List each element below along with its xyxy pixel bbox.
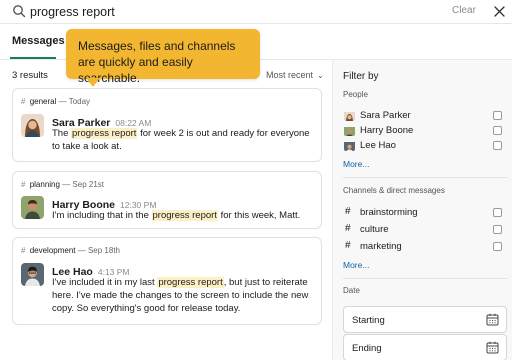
date-section-title: Date <box>343 286 360 295</box>
message-date: Sep 21st <box>72 180 104 189</box>
date-separator: — <box>77 246 88 255</box>
clear-button[interactable]: Clear <box>452 5 476 16</box>
sort-label: Most recent <box>266 70 314 80</box>
message-text: The progress report for week 2 is out an… <box>52 127 314 153</box>
channel-name[interactable]: general <box>30 97 57 106</box>
message-channel-header: # general — Today <box>21 97 90 106</box>
search-highlight: progress report <box>151 210 218 221</box>
date-separator: — <box>58 97 69 106</box>
channels-section-title: Channels & direct messages <box>343 186 445 195</box>
date-start-label: Starting <box>352 315 385 326</box>
filter-title: Filter by <box>343 71 379 82</box>
message-text-before: I'm including that in the <box>52 210 152 221</box>
chevron-down-icon: ⌄ <box>317 71 324 80</box>
search-highlight: progress report <box>157 277 224 288</box>
message-text: I've included it in my last progress rep… <box>52 276 314 315</box>
channels-more-link[interactable]: More... <box>343 260 369 270</box>
hash-icon: # <box>345 240 351 251</box>
message-channel-header: # planning — Sep 21st <box>21 180 104 189</box>
channel-checkbox[interactable] <box>493 208 502 217</box>
date-separator: — <box>62 180 73 189</box>
hash-icon: # <box>21 97 26 106</box>
message-channel-header: # development — Sep 18th <box>21 246 120 255</box>
hash-icon: # <box>21 180 26 189</box>
sort-dropdown[interactable]: Most recent ⌄ <box>266 70 324 80</box>
person-checkbox[interactable] <box>493 111 502 120</box>
hash-icon: # <box>21 246 26 255</box>
date-end-field[interactable]: Ending <box>343 334 507 360</box>
avatar <box>344 125 355 136</box>
person-name: Harry Boone <box>360 125 414 136</box>
message-text-before: I've included it in my last <box>52 277 158 288</box>
filter-channel-row[interactable]: # brainstorming <box>343 206 505 222</box>
channel-name: marketing <box>360 241 402 252</box>
person-name: Sara Parker <box>360 110 411 121</box>
hash-icon: # <box>345 206 351 217</box>
divider <box>343 278 507 279</box>
filter-person-row[interactable]: Harry Boone <box>343 124 505 140</box>
date-start-field[interactable]: Starting <box>343 306 507 333</box>
tab-messages[interactable]: Messages <box>12 35 65 47</box>
avatar[interactable] <box>21 263 44 286</box>
channel-checkbox[interactable] <box>493 242 502 251</box>
search-bar: Clear <box>0 0 512 24</box>
search-highlight: progress report <box>71 128 138 139</box>
avatar[interactable] <box>21 114 44 137</box>
tooltip-text: Messages, files and channels are quickly… <box>78 39 236 85</box>
active-tab-indicator <box>10 57 56 59</box>
close-icon[interactable] <box>493 5 506 18</box>
search-input[interactable] <box>30 3 410 21</box>
person-name: Lee Hao <box>360 140 396 151</box>
filter-person-row[interactable]: Sara Parker <box>343 109 505 125</box>
calendar-icon <box>486 341 499 354</box>
avatar[interactable] <box>21 196 44 219</box>
avatar <box>344 140 355 151</box>
calendar-icon <box>486 313 499 326</box>
filter-panel: Filter by People Sara Parker Harry Boone… <box>332 60 512 360</box>
filter-channel-row[interactable]: # marketing <box>343 240 505 256</box>
message-date: Sep 18th <box>87 246 120 255</box>
tooltip: Messages, files and channels are quickly… <box>66 29 260 85</box>
search-icon <box>13 5 26 18</box>
message-card[interactable]: # development — Sep 18th Lee Hao 4:13 PM … <box>12 237 322 325</box>
divider <box>343 177 507 178</box>
message-text-before: The <box>52 128 72 139</box>
tooltip-arrow <box>86 78 100 87</box>
people-more-link[interactable]: More... <box>343 159 369 169</box>
message-date: Today <box>68 97 91 106</box>
message-card[interactable]: # general — Today Sara Parker 08:22 AM Th… <box>12 88 322 162</box>
date-end-label: Ending <box>352 343 382 354</box>
channel-name: brainstorming <box>360 207 418 218</box>
hash-icon: # <box>345 223 351 234</box>
channel-name[interactable]: development <box>30 246 76 255</box>
results-count: 3 results <box>12 70 48 81</box>
message-text-after: for this week, Matt. <box>217 210 301 221</box>
channel-checkbox[interactable] <box>493 225 502 234</box>
avatar <box>344 110 355 121</box>
channel-name: culture <box>360 224 389 235</box>
filter-channel-row[interactable]: # culture <box>343 223 505 239</box>
person-checkbox[interactable] <box>493 141 502 150</box>
message-text: I'm including that in the progress repor… <box>52 209 314 222</box>
filter-person-row[interactable]: Lee Hao <box>343 139 505 155</box>
message-card[interactable]: # planning — Sep 21st Harry Boone 12:30 P… <box>12 171 322 229</box>
people-section-title: People <box>343 90 368 99</box>
person-checkbox[interactable] <box>493 126 502 135</box>
channel-name[interactable]: planning <box>30 180 60 189</box>
